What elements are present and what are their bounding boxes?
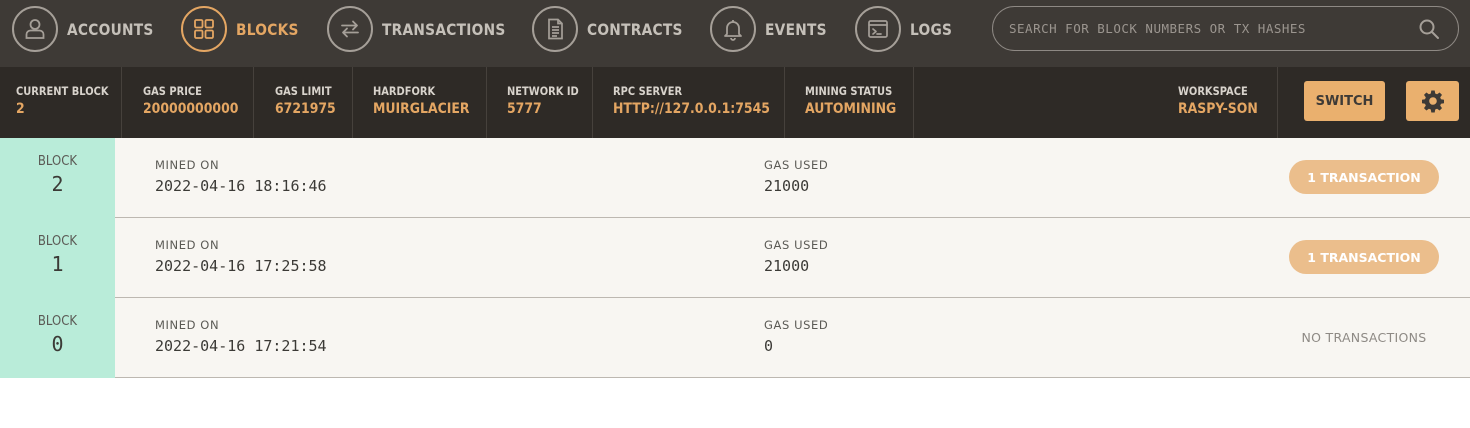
block-number-panel: BLOCK 2: [0, 138, 115, 218]
nav-logs[interactable]: LOGS: [855, 6, 959, 52]
gas-used-field: GAS USED 21000: [764, 238, 828, 275]
mined-on-label: MINED ON: [155, 318, 220, 332]
settings-button[interactable]: [1406, 81, 1459, 121]
rpc-server-value: HTTP://127.0.0.1:7545: [613, 101, 770, 117]
mining-status-label: MINING STATUS: [805, 84, 893, 98]
gas-used-value: 21000: [764, 177, 810, 195]
mined-on-value: 2022-04-16 17:21:54: [155, 337, 327, 355]
rpc-server-label: RPC SERVER: [613, 84, 683, 98]
rpc-server-stat: RPC SERVER HTTP://127.0.0.1:7545: [593, 67, 785, 138]
mined-on-value: 2022-04-16 17:25:58: [155, 257, 327, 275]
mined-on-label: MINED ON: [155, 238, 220, 252]
mined-on-value: 2022-04-16 18:16:46: [155, 177, 327, 195]
gas-price-stat: GAS PRICE 20000000000: [122, 67, 254, 138]
no-transactions-label: NO TRANSACTIONS: [1301, 330, 1427, 345]
nav-blocks[interactable]: BLOCKS: [181, 6, 309, 52]
search-icon[interactable]: [1418, 18, 1440, 40]
block-label: BLOCK: [37, 154, 78, 169]
block-number-panel: BLOCK 0: [0, 298, 115, 378]
workspace-value: RASPY-SON: [1178, 101, 1258, 117]
nav-contracts-label: CONTRACTS: [587, 19, 683, 39]
nav-events[interactable]: EVENTS: [710, 6, 837, 52]
network-id-label: NETWORK ID: [507, 84, 579, 98]
blocks-list: BLOCK 2 MINED ON 2022-04-16 18:16:46 GAS…: [0, 138, 1470, 378]
network-id-value: 5777: [507, 101, 542, 117]
gas-used-value: 0: [764, 337, 774, 355]
block-row[interactable]: BLOCK 1 MINED ON 2022-04-16 17:25:58 GAS…: [0, 218, 1470, 298]
gas-limit-value: 6721975: [275, 101, 336, 117]
gas-used-label: GAS USED: [764, 318, 829, 332]
mining-status-value: AUTOMINING: [805, 101, 897, 117]
block-row[interactable]: BLOCK 2 MINED ON 2022-04-16 18:16:46 GAS…: [0, 138, 1470, 218]
transaction-count-button[interactable]: 1 TRANSACTION: [1289, 160, 1439, 194]
gear-icon: [1421, 90, 1444, 113]
block-number: 0: [51, 332, 64, 356]
block-row[interactable]: BLOCK 0 MINED ON 2022-04-16 17:21:54 GAS…: [0, 298, 1470, 378]
bell-icon: [710, 6, 756, 52]
gas-limit-label: GAS LIMIT: [275, 84, 332, 98]
hardfork-stat: HARDFORK MUIRGLACIER: [353, 67, 487, 138]
gas-price-label: GAS PRICE: [143, 84, 202, 98]
nav-blocks-label: BLOCKS: [236, 19, 299, 39]
nav-transactions[interactable]: TRANSACTIONS: [327, 6, 526, 52]
current-block-value: 2: [16, 101, 25, 117]
gas-price-value: 20000000000: [143, 101, 239, 117]
block-number-panel: BLOCK 1: [0, 218, 115, 298]
current-block-label: CURRENT BLOCK: [16, 84, 109, 98]
network-id-stat: NETWORK ID 5777: [487, 67, 593, 138]
block-number: 2: [51, 172, 64, 196]
nav-accounts[interactable]: ACCOUNTS: [12, 6, 168, 52]
document-icon: [532, 6, 578, 52]
nav-accounts-label: ACCOUNTS: [67, 19, 154, 39]
nav-contracts[interactable]: CONTRACTS: [532, 6, 698, 52]
mining-status-stat: MINING STATUS AUTOMINING: [785, 67, 914, 138]
mined-on-field: MINED ON 2022-04-16 17:21:54: [155, 318, 327, 355]
gas-limit-stat: GAS LIMIT 6721975: [254, 67, 353, 138]
nav-events-label: EVENTS: [765, 19, 827, 39]
search-bar: [992, 6, 1459, 51]
gas-used-field: GAS USED 21000: [764, 158, 828, 195]
block-number: 1: [51, 252, 64, 276]
search-input[interactable]: [993, 7, 1418, 50]
block-label: BLOCK: [37, 314, 78, 329]
gas-used-field: GAS USED 0: [764, 318, 828, 355]
transfer-arrows-icon: [327, 6, 373, 52]
current-block-stat: CURRENT BLOCK 2: [0, 67, 122, 138]
user-icon: [12, 6, 58, 52]
gas-used-value: 21000: [764, 257, 810, 275]
mined-on-field: MINED ON 2022-04-16 18:16:46: [155, 158, 327, 195]
hardfork-value: MUIRGLACIER: [373, 101, 470, 117]
mined-on-field: MINED ON 2022-04-16 17:25:58: [155, 238, 327, 275]
top-navigation: ACCOUNTS BLOCKS TRANSACTIONS CONTRACTS E…: [0, 0, 1470, 67]
nav-logs-label: LOGS: [910, 19, 953, 39]
workspace-stat: WORKSPACE RASPY-SON: [1158, 67, 1278, 138]
hardfork-label: HARDFORK: [373, 84, 436, 98]
switch-workspace-button[interactable]: SWITCH: [1304, 81, 1385, 121]
gas-used-label: GAS USED: [764, 238, 829, 252]
nav-transactions-label: TRANSACTIONS: [382, 19, 506, 39]
terminal-icon: [855, 6, 901, 52]
gas-used-label: GAS USED: [764, 158, 829, 172]
grid-icon: [181, 6, 227, 52]
workspace-label: WORKSPACE: [1178, 84, 1248, 98]
status-bar: CURRENT BLOCK 2 GAS PRICE 20000000000 GA…: [0, 67, 1470, 138]
transaction-count-button[interactable]: 1 TRANSACTION: [1289, 240, 1439, 274]
block-label: BLOCK: [37, 234, 78, 249]
mined-on-label: MINED ON: [155, 158, 220, 172]
